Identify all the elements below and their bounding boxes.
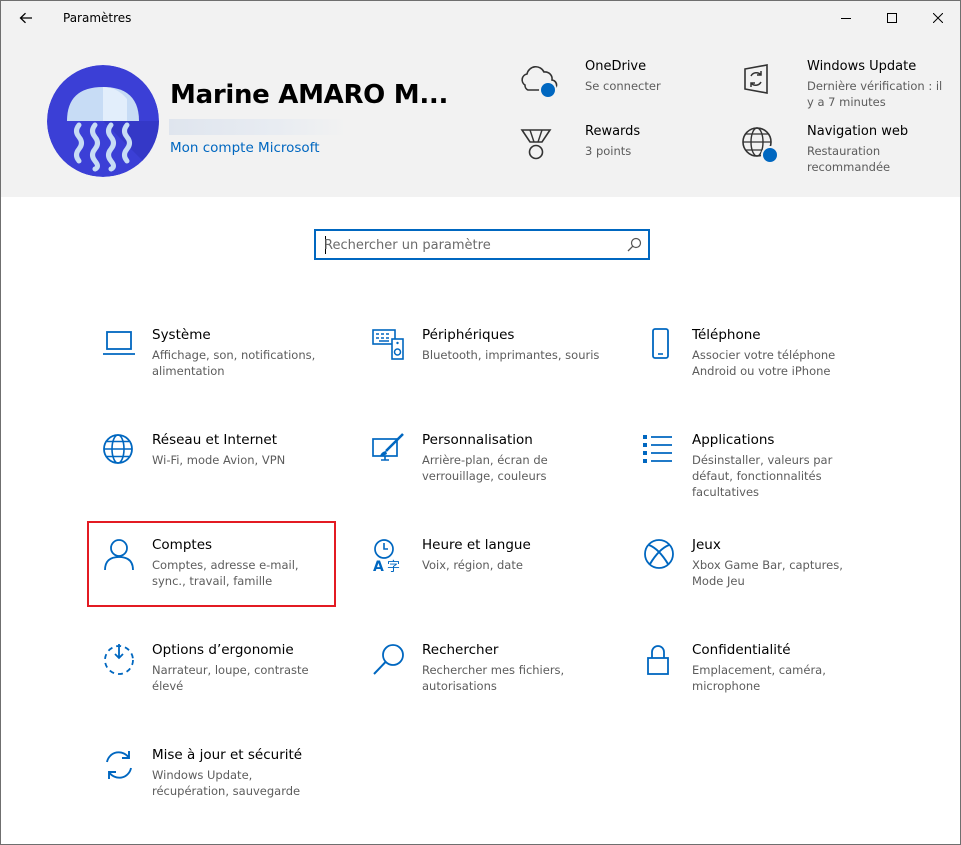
category-description: Windows Update, récupération, sauvegarde — [152, 768, 301, 798]
category-description: Voix, région, date — [422, 558, 523, 572]
status-web-browsing[interactable]: Navigation web Restauration recommandée — [741, 124, 941, 184]
category-gaming[interactable]: Jeux Xbox Game Bar, captures, Mode Jeu — [628, 536, 878, 616]
back-button[interactable] — [9, 4, 43, 32]
category-phone[interactable]: Téléphone Associer votre téléphone Andro… — [628, 326, 878, 406]
category-description: Comptes, adresse e-mail, sync., travail,… — [152, 558, 299, 588]
category-network[interactable]: Réseau et Internet Wi-Fi, mode Avion, VP… — [88, 431, 338, 511]
devices-icon — [372, 329, 404, 360]
window-title: Paramètres — [63, 11, 132, 25]
category-title: Système — [152, 327, 211, 343]
padlock-icon — [647, 645, 669, 675]
svg-text:字: 字 — [387, 560, 400, 572]
search-box[interactable] — [314, 229, 650, 260]
category-description: Emplacement, caméra, microphone — [692, 663, 826, 693]
minimize-button[interactable] — [823, 1, 869, 35]
xbox-icon — [644, 539, 674, 569]
category-privacy[interactable]: Confidentialité Emplacement, caméra, mic… — [628, 641, 878, 721]
globe-icon — [742, 127, 779, 164]
minimize-icon — [841, 18, 851, 19]
rewards-title: Rewards — [585, 124, 641, 139]
category-apps[interactable]: Applications Désinstaller, valeurs par d… — [628, 431, 878, 511]
category-personalization[interactable]: Personnalisation Arrière-plan, écran de … — [358, 431, 608, 511]
category-description: Désinstaller, valeurs par défaut, foncti… — [692, 453, 833, 499]
avatar — [47, 65, 159, 177]
status-windows-update[interactable]: Windows Update Dernière vérification : i… — [741, 59, 942, 119]
category-ease-of-access[interactable]: Options d’ergonomie Narrateur, loupe, co… — [88, 641, 338, 721]
paint-brush-icon — [372, 433, 404, 461]
time-language-icon: A 字 — [373, 539, 400, 572]
sync-arrows-icon — [106, 751, 132, 779]
windows-update-title: Windows Update — [807, 59, 917, 74]
laptop-icon — [103, 331, 135, 355]
back-arrow-icon — [19, 12, 32, 24]
category-devices[interactable]: Périphériques Bluetooth, imprimantes, so… — [358, 326, 608, 406]
onedrive-title: OneDrive — [585, 59, 647, 74]
ease-of-access-icon — [104, 644, 134, 675]
phone-icon — [652, 328, 669, 359]
category-description: Bluetooth, imprimantes, souris — [422, 348, 600, 362]
maximize-icon — [887, 13, 897, 23]
category-description: Rechercher mes fichiers, autorisations — [422, 663, 565, 693]
microsoft-account-link[interactable]: Mon compte Microsoft — [170, 140, 319, 156]
category-title: Personnalisation — [422, 432, 533, 448]
category-time-language[interactable]: A 字 Heure et langue Voix, région, date — [358, 536, 608, 616]
category-title: Heure et langue — [422, 537, 531, 553]
user-name: Marine AMARO M... — [170, 80, 449, 110]
status-rewards[interactable]: Rewards 3 points — [519, 124, 719, 184]
maximize-button[interactable] — [869, 1, 915, 35]
globe-icon — [103, 434, 133, 464]
category-title: Périphériques — [422, 327, 515, 343]
account-header: Marine AMARO M... Mon compte Microsoft O… — [1, 35, 960, 197]
windows-update-icon — [744, 64, 768, 94]
category-title: Réseau et Internet — [152, 432, 278, 448]
magnifier-icon — [373, 644, 404, 675]
category-title: Rechercher — [422, 642, 499, 658]
category-description: Wi-Fi, mode Avion, VPN — [152, 453, 286, 467]
rewards-subtitle: 3 points — [585, 144, 632, 158]
jellyfish-avatar-icon — [47, 65, 159, 177]
status-onedrive[interactable]: OneDrive Se connecter — [519, 59, 719, 119]
category-search[interactable]: Rechercher Rechercher mes fichiers, auto… — [358, 641, 608, 721]
settings-window: Paramètres Marine AMARO M... Mon compte … — [0, 0, 961, 845]
category-description: Arrière-plan, écran de verrouillage, cou… — [422, 453, 548, 483]
category-title: Comptes — [152, 537, 213, 553]
web-browsing-title: Navigation web — [807, 124, 909, 139]
category-description: Associer votre téléphone Android ou votr… — [692, 348, 836, 378]
category-title: Jeux — [692, 537, 721, 553]
category-description: Narrateur, loupe, contraste élevé — [152, 663, 309, 693]
category-title: Confidentialité — [692, 642, 791, 658]
blurred-email — [169, 119, 347, 135]
close-icon — [933, 13, 943, 23]
category-title: Mise à jour et sécurité — [152, 747, 303, 763]
search-icon[interactable] — [626, 237, 642, 253]
category-title: Téléphone — [692, 327, 761, 343]
svg-text:A: A — [373, 559, 384, 572]
close-button[interactable] — [915, 1, 960, 35]
category-title: Applications — [692, 432, 775, 448]
search-input[interactable] — [324, 235, 614, 255]
rewards-medal-icon — [520, 129, 552, 160]
category-system[interactable]: Système Affichage, son, notifications, a… — [88, 326, 338, 406]
category-description: Xbox Game Bar, captures, Mode Jeu — [692, 558, 843, 588]
apps-list-icon — [643, 435, 672, 463]
category-update-security[interactable]: Mise à jour et sécurité Windows Update, … — [88, 746, 338, 826]
web-browsing-subtitle: Restauration recommandée — [807, 144, 891, 174]
title-bar: Paramètres — [1, 1, 960, 35]
category-accounts[interactable]: Comptes Comptes, adresse e-mail, sync., … — [88, 536, 338, 616]
category-description: Affichage, son, notifications, alimentat… — [152, 348, 316, 378]
onedrive-subtitle: Se connecter — [585, 79, 661, 93]
windows-update-subtitle: Dernière vérification : il y a 7 minutes — [807, 79, 943, 109]
category-title: Options d’ergonomie — [152, 642, 294, 658]
person-icon — [104, 539, 134, 571]
onedrive-cloud-icon — [521, 66, 558, 99]
